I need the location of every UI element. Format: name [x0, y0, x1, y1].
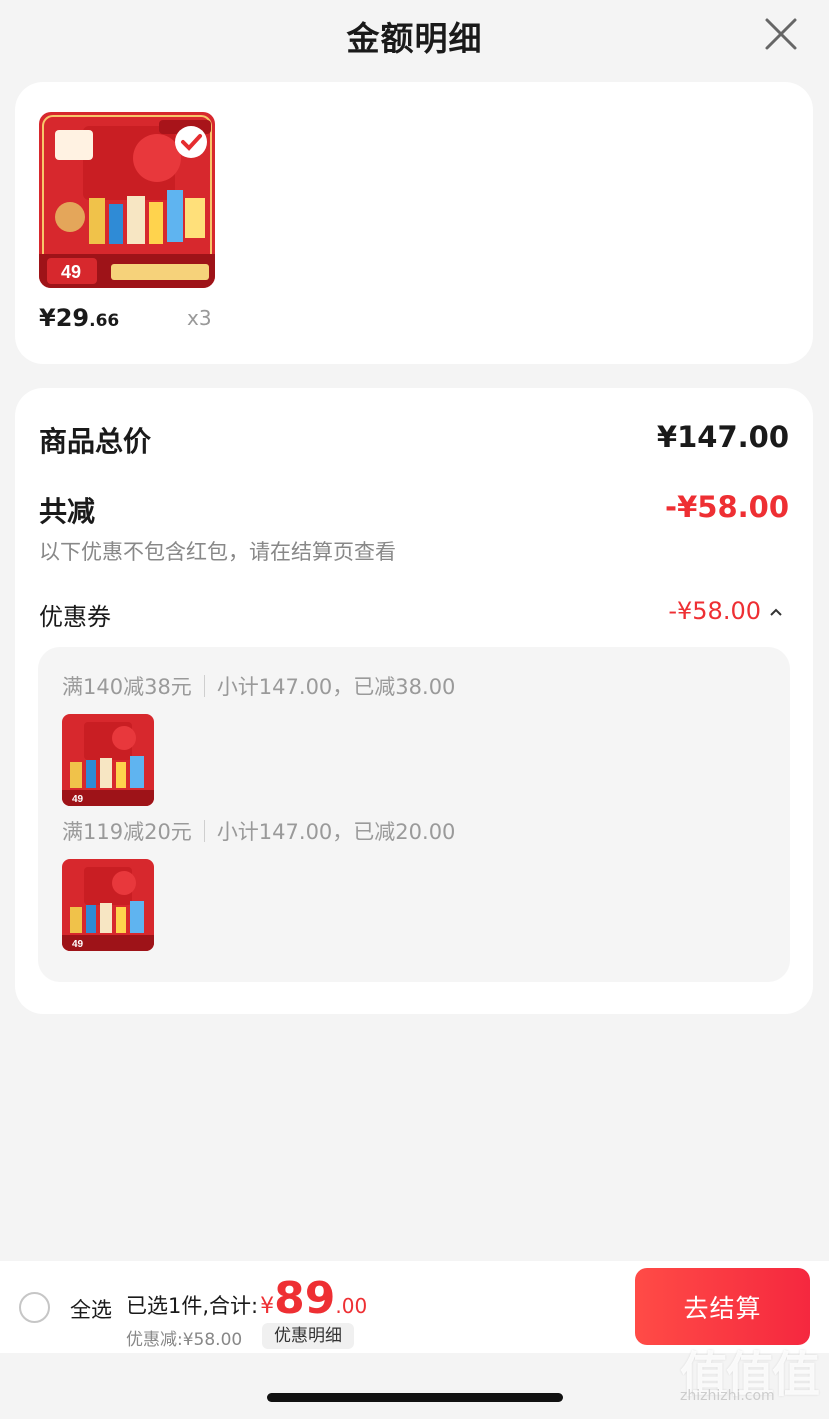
divider: [203, 820, 205, 842]
total-label: 商品总价: [39, 425, 152, 458]
selected-count: 已选1件,合计:: [126, 1294, 259, 1318]
coupon-product-image: 49: [62, 714, 154, 806]
close-icon[interactable]: [763, 16, 799, 52]
coupon-summary: 小计147.00，已减38.00: [216, 675, 456, 699]
coupon-item-1: 满140减38元 小计147.00，已减38.00: [62, 671, 455, 701]
discount-detail-button[interactable]: 优惠明细: [262, 1323, 354, 1349]
svg-text:49: 49: [72, 939, 84, 950]
product-card: 49 ¥29.66 x3: [15, 82, 813, 364]
header: 金额明细: [0, 0, 829, 70]
watermark-url: zhizhizhi.com: [680, 1388, 775, 1404]
chevron-up-icon: [769, 602, 783, 621]
coupon-label: 优惠券: [39, 603, 111, 631]
coupon-rule: 满119减20元: [62, 820, 192, 844]
checkout-button[interactable]: 去结算: [635, 1268, 810, 1345]
coupon-rule: 满140减38元: [62, 675, 192, 699]
discount-total: 优惠减:¥58.00: [126, 1330, 243, 1350]
coupon-product-image: 49: [62, 859, 154, 951]
coupon-value: -¥58.00: [668, 597, 761, 625]
unit-price: ¥29.66: [39, 304, 120, 332]
reduce-label: 共减: [39, 495, 96, 528]
discount-note: 以下优惠不包含红包，请在结算页查看: [39, 540, 396, 564]
total-amount-dec: .00: [335, 1294, 368, 1318]
currency-symbol: ¥: [260, 1294, 275, 1319]
total-value: ¥147.00: [656, 420, 789, 454]
page-title: 金额明细: [346, 19, 483, 58]
coupon-list: 满140减38元 小计147.00，已减38.00 49 满119减20元 小计…: [38, 647, 790, 982]
select-all-radio[interactable]: [19, 1292, 50, 1323]
select-all-label[interactable]: 全选: [70, 1294, 112, 1324]
divider: [203, 675, 205, 697]
svg-text:49: 49: [72, 794, 84, 805]
coupon-item-2: 满119减20元 小计147.00，已减20.00: [62, 816, 455, 846]
coupon-toggle[interactable]: -¥58.00: [668, 597, 783, 625]
total-summary: 已选1件,合计: ¥ 89 .00: [126, 1277, 367, 1321]
total-amount-int: 89: [274, 1273, 336, 1324]
price-detail-card: 商品总价 ¥147.00 共减 -¥58.00 以下优惠不包含红包，请在结算页查…: [15, 388, 813, 1014]
svg-text:49: 49: [61, 262, 81, 282]
coupon-summary: 小计147.00，已减20.00: [216, 820, 456, 844]
product-image[interactable]: 49: [39, 112, 215, 288]
quantity: x3: [187, 306, 212, 330]
home-indicator[interactable]: [267, 1393, 563, 1402]
reduce-value: -¥58.00: [665, 490, 789, 524]
amount-detail-page: 金额明细 49 ¥29.66 x3 商品总价 ¥147.00 共减 -¥58.0…: [0, 0, 829, 1419]
